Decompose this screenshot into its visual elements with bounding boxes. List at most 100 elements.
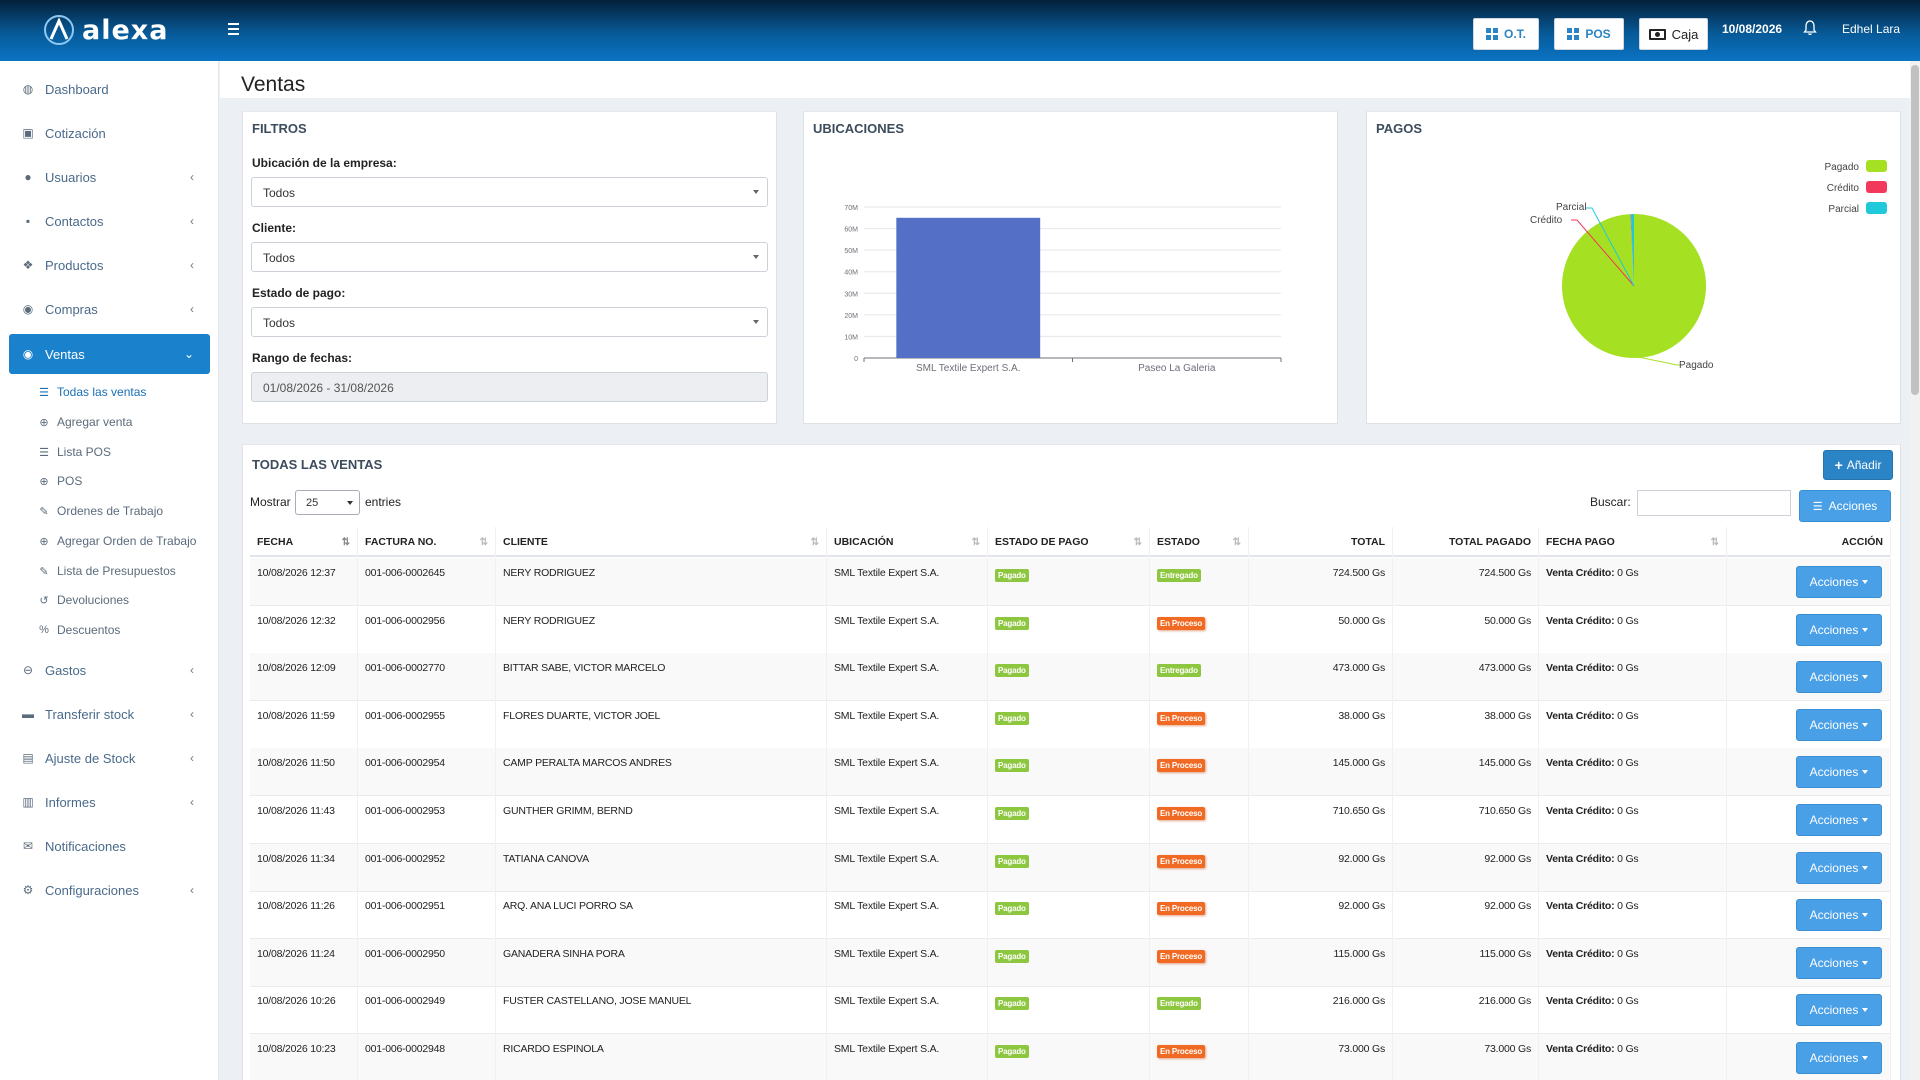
payment-status-select[interactable]: Todos [251, 307, 768, 337]
sidebar-item-productos[interactable]: ❖ Productos ‹ [9, 245, 210, 285]
table-row[interactable]: 10/08/2026 11:26 001-006-0002951 ARQ. ANA … [250, 891, 1891, 940]
column-header-ubicacion[interactable]: UBICACIÓN ⇅ [827, 527, 988, 557]
date-range-value: 01/08/2026 - 31/08/2026 [263, 381, 394, 395]
sidebar-item-label: Compras [45, 301, 98, 317]
sidebar-item-usuarios[interactable]: ● Usuarios ‹ [9, 157, 210, 197]
add-sale-button[interactable]: + Añadir [1823, 450, 1893, 480]
sort-icon: ⇅ [341, 536, 350, 548]
sidebar-item-contactos[interactable]: ▪ Contactos ‹ [9, 201, 210, 241]
cell-cliente: GANADERA SINHA PORA [496, 938, 827, 987]
sidebar-subitem-descuentos[interactable]: % Descuentos [38, 619, 120, 641]
sidebar-subitem-todas-ventas[interactable]: ☰ Todas las ventas [38, 381, 146, 403]
plus-circle-icon: ⊕ [39, 416, 49, 429]
table-row[interactable]: 10/08/2026 10:23 001-006-0002948 RICARDO E… [250, 1034, 1891, 1080]
row-actions-button[interactable]: Acciones [1796, 946, 1882, 979]
alexa-logo[interactable]: alexa [42, 12, 168, 48]
row-actions-button[interactable]: Acciones [1796, 708, 1882, 741]
row-actions-button[interactable]: Acciones [1796, 756, 1882, 789]
table-row[interactable]: 10/08/2026 11:24 001-006-0002950 GANADERA … [250, 938, 1891, 987]
sidebar-item-configuraciones[interactable]: ⚙ Configuraciones ‹ [9, 870, 210, 910]
cell-fecha: 10/08/2026 10:23 [250, 1034, 358, 1080]
ot-button-label: O.T. [1503, 27, 1526, 41]
entries-select[interactable]: 25 [295, 490, 360, 515]
column-header-total-pagado[interactable]: TOTAL PAGADO [1393, 527, 1539, 557]
row-actions-button[interactable]: Acciones [1796, 899, 1882, 932]
credit-value: 0 Gs [1617, 805, 1639, 817]
cell-fecha: 10/08/2026 10:26 [250, 986, 358, 1035]
column-header-estado-pago[interactable]: ESTADO DE PAGO ⇅ [988, 527, 1150, 557]
chevron-left-icon: ‹ [190, 795, 194, 809]
status-badge: En Proceso [1157, 949, 1206, 963]
cell-fecha-pago: Venta Crédito: 0 Gs [1539, 891, 1727, 940]
table-row[interactable]: 10/08/2026 12:09 001-006-0002770 BITTAR SA… [250, 653, 1891, 702]
row-actions-button[interactable]: Acciones [1796, 804, 1882, 836]
table-row[interactable]: 10/08/2026 11:43 001-006-0002953 GUNTHER G… [250, 796, 1891, 844]
sidebar-item-ajuste-stock[interactable]: ▤ Ajuste de Stock ‹ [9, 738, 210, 778]
sidebar-subitem-agregar-orden[interactable]: ⊕ Agregar Orden de Trabajo [38, 530, 196, 552]
column-header-factura[interactable]: FACTURA NO. ⇅ [358, 527, 496, 557]
row-actions-button[interactable]: Acciones [1796, 1042, 1882, 1074]
status-badge: Entregado [1157, 569, 1201, 582]
ot-button[interactable]: O.T. [1473, 18, 1539, 50]
column-header-estado[interactable]: ESTADO ⇅ [1150, 527, 1249, 557]
cell-estado-pago: Pagado [988, 653, 1150, 702]
row-actions-button[interactable]: Acciones [1796, 566, 1882, 598]
scrollbar-thumb[interactable] [1911, 65, 1919, 395]
column-header-cliente[interactable]: CLIENTE ⇅ [496, 527, 827, 557]
credit-prefix: Venta Crédito: [1546, 947, 1615, 960]
page-scrollbar[interactable] [1910, 61, 1920, 1080]
edit-icon: ✎ [39, 565, 49, 578]
column-header-fecha-pago[interactable]: FECHA PAGO ⇅ [1539, 527, 1727, 557]
sidebar-item-label: Productos [45, 257, 104, 273]
sidebar-subitem-ordenes-trabajo[interactable]: ✎ Ordenes de Trabajo [38, 500, 163, 522]
row-actions-button[interactable]: Acciones [1796, 851, 1882, 884]
table-row[interactable]: 10/08/2026 10:26 001-006-0002949 FUSTER CA… [250, 986, 1891, 1035]
sidebar-item-dashboard[interactable]: ◍ Dashboard [9, 69, 210, 109]
row-actions-button[interactable]: Acciones [1796, 661, 1882, 694]
filters-title: FILTROS [252, 121, 307, 136]
status-badge: En Proceso [1157, 1045, 1206, 1058]
sidebar-subitem-devoluciones[interactable]: ↺ Devoluciones [38, 589, 129, 611]
table-actions-button[interactable]: ☰ Acciones [1799, 490, 1891, 522]
sidebar-subitem-lista-pos[interactable]: ☰ Lista POS [38, 441, 111, 463]
table-row[interactable]: 10/08/2026 12:37 001-006-0002645 NERY RODR… [250, 558, 1891, 606]
sidebar-item-ventas[interactable]: ◉ Ventas ⌄ [9, 334, 210, 374]
sidebar-subitem-agregar-venta[interactable]: ⊕ Agregar venta [38, 411, 132, 433]
table-row[interactable]: 10/08/2026 11:59 001-006-0002955 FLORES DU… [250, 700, 1891, 749]
plus-circle-icon: ⊕ [39, 475, 49, 488]
cell-cliente: FLORES DUARTE, VICTOR JOEL [496, 700, 827, 749]
cell-fecha: 10/08/2026 11:50 [250, 748, 358, 797]
column-header-fecha[interactable]: FECHA ⇅ [250, 527, 358, 557]
client-select[interactable]: Todos [251, 242, 768, 272]
row-actions-button[interactable]: Acciones [1796, 613, 1882, 646]
sidebar-item-transferir[interactable]: ▬ Transferir stock ‹ [9, 694, 210, 734]
sidebar-item-notificaciones[interactable]: ✉ Notificaciones [9, 826, 210, 866]
sidebar-item-compras[interactable]: ◉ Compras ‹ [9, 289, 210, 329]
status-badge: En Proceso [1157, 759, 1206, 773]
date-range-input[interactable]: 01/08/2026 - 31/08/2026 [251, 372, 768, 402]
column-header-accion[interactable]: ACCIÓN [1727, 527, 1891, 557]
cell-total: 216.000 Gs [1249, 986, 1393, 1035]
sidebar-subitem-pos[interactable]: ⊕ POS [38, 470, 82, 492]
table-row[interactable]: 10/08/2026 11:34 001-006-0002952 TATIANA C… [250, 843, 1891, 892]
cell-estado-pago: Pagado [988, 796, 1150, 844]
column-header-total[interactable]: TOTAL [1249, 527, 1393, 557]
cell-ubicacion: SML Textile Expert S.A. [827, 986, 988, 1035]
user-menu[interactable]: Edhel Lara [1842, 22, 1900, 36]
table-row[interactable]: 10/08/2026 11:50 001-006-0002954 CAMP PERA… [250, 748, 1891, 797]
sales-table-title: TODAS LAS VENTAS [252, 457, 383, 472]
sidebar-item-informes[interactable]: ▥ Informes ‹ [9, 782, 210, 822]
table-row[interactable]: 10/08/2026 12:32 001-006-0002956 NERY RODR… [250, 605, 1891, 654]
caret-down-icon [1862, 818, 1869, 822]
pos-button[interactable]: POS [1554, 18, 1624, 50]
bell-icon[interactable] [1803, 20, 1817, 36]
sidebar-toggle-icon[interactable] [228, 20, 246, 40]
sidebar-item-cotizacion[interactable]: ▣ Cotización [9, 113, 210, 153]
row-actions-button[interactable]: Acciones [1796, 994, 1882, 1027]
location-select[interactable]: Todos [251, 177, 768, 207]
caja-button[interactable]: Caja [1639, 18, 1708, 50]
sidebar-subitem-presupuestos[interactable]: ✎ Lista de Presupuestos [38, 560, 175, 582]
sidebar-item-gastos[interactable]: ⊖ Gastos ‹ [9, 650, 210, 690]
search-input[interactable] [1637, 490, 1791, 516]
page-title: Ventas [241, 73, 306, 96]
